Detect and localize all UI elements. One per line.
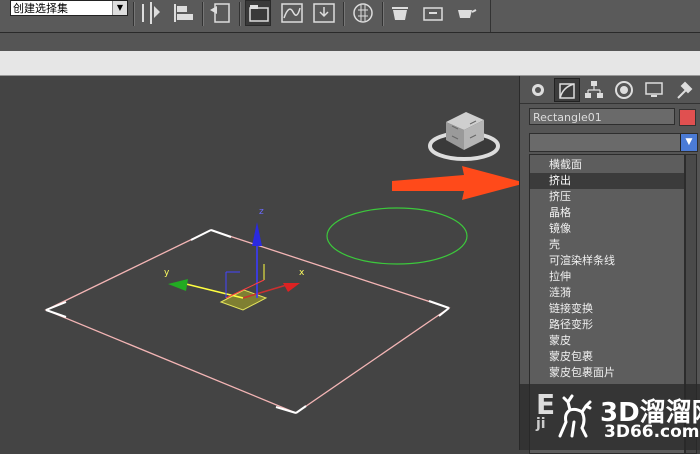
toolbar-divider: [133, 2, 135, 26]
align-icon[interactable]: [170, 0, 196, 26]
toolbar-divider: [239, 2, 241, 26]
selection-brackets: [45, 229, 450, 414]
modifier-item-squeeze[interactable]: 挤压: [530, 189, 684, 205]
modifier-item-shell[interactable]: 壳: [530, 237, 684, 253]
modifier-item-path-deform[interactable]: 路径变形: [530, 317, 684, 333]
move-gizmo: x y z: [164, 207, 305, 311]
named-selection-set-text: 创建选择集: [13, 2, 68, 15]
annotation-arrow-icon: [392, 166, 526, 200]
chevron-down-icon[interactable]: ▼: [680, 134, 697, 151]
named-selection-set-dropdown[interactable]: 创建选择集 ▼: [10, 0, 128, 16]
display-icon[interactable]: [642, 78, 668, 102]
ribbon-strip: [0, 51, 700, 76]
modifier-item-skin[interactable]: 蒙皮: [530, 333, 684, 349]
ellipse-shape: [326, 207, 468, 265]
gizmo-z-label: z: [259, 207, 264, 217]
modifier-item-extrude[interactable]: 挤出: [530, 173, 684, 189]
modifier-item-renderable-spline[interactable]: 可渲染样条线: [530, 253, 684, 269]
curve-editor-icon[interactable]: [279, 0, 305, 26]
motion-icon[interactable]: [612, 78, 638, 102]
utilities-icon[interactable]: [672, 78, 698, 102]
deer-logo-icon: [558, 394, 592, 438]
chevron-down-icon[interactable]: ▼: [112, 1, 127, 15]
gizmo-y-label: y: [164, 268, 170, 278]
toolbar-divider: [202, 2, 204, 26]
modifier-item-skin-wrap[interactable]: 蒙皮包裹: [530, 349, 684, 365]
render-production-icon[interactable]: [452, 0, 478, 26]
toolbar-bottom-strip: [0, 33, 700, 51]
viewcube: [428, 112, 500, 161]
modifier-item-mirror[interactable]: 镜像: [530, 221, 684, 237]
partial-text-2: ji: [536, 416, 546, 432]
scene-explorer-icon[interactable]: [245, 0, 271, 26]
layer-manager-icon[interactable]: [207, 0, 233, 26]
schematic-view-icon[interactable]: [311, 0, 337, 26]
toolbar-empty-area: [490, 0, 700, 32]
viewport-canvas: x y z: [44, 112, 500, 414]
modifier-item-ripple[interactable]: 涟漪: [530, 285, 684, 301]
modifier-item-cross-section[interactable]: 横截面: [530, 157, 684, 173]
perspective-viewport[interactable]: x y z: [0, 76, 519, 450]
tabs-divider: [520, 103, 700, 104]
create-icon[interactable]: [526, 78, 552, 102]
command-panel-tabs: [524, 78, 700, 102]
object-color-swatch[interactable]: [679, 109, 696, 126]
material-editor-icon[interactable]: [350, 0, 376, 26]
modifier-item-stretch[interactable]: 拉伸: [530, 269, 684, 285]
modifier-item-skin-wrap-patch[interactable]: 蒙皮包裹面片: [530, 365, 684, 381]
object-name-field[interactable]: Rectangle01: [529, 108, 675, 125]
hierarchy-icon[interactable]: [582, 78, 608, 102]
mirror-icon[interactable]: [138, 0, 164, 26]
main-toolbar: 创建选择集 ▼: [0, 0, 700, 33]
toolbar-divider: [343, 2, 345, 26]
modifier-item-lattice[interactable]: 晶格: [530, 205, 684, 221]
rectangle01-shape: [44, 229, 451, 414]
modify-icon[interactable]: [554, 78, 580, 102]
object-name-text: Rectangle01: [533, 111, 602, 124]
rendered-frame-window-icon[interactable]: [420, 0, 446, 26]
watermark-site: 3D66.com: [604, 422, 700, 442]
gizmo-x-label: x: [299, 268, 305, 278]
modifier-item-linked-xform[interactable]: 链接变换: [530, 301, 684, 317]
render-setup-icon[interactable]: [387, 0, 413, 26]
modifier-list-dropdown[interactable]: ▼: [529, 133, 698, 152]
toolbar-divider: [382, 2, 384, 26]
